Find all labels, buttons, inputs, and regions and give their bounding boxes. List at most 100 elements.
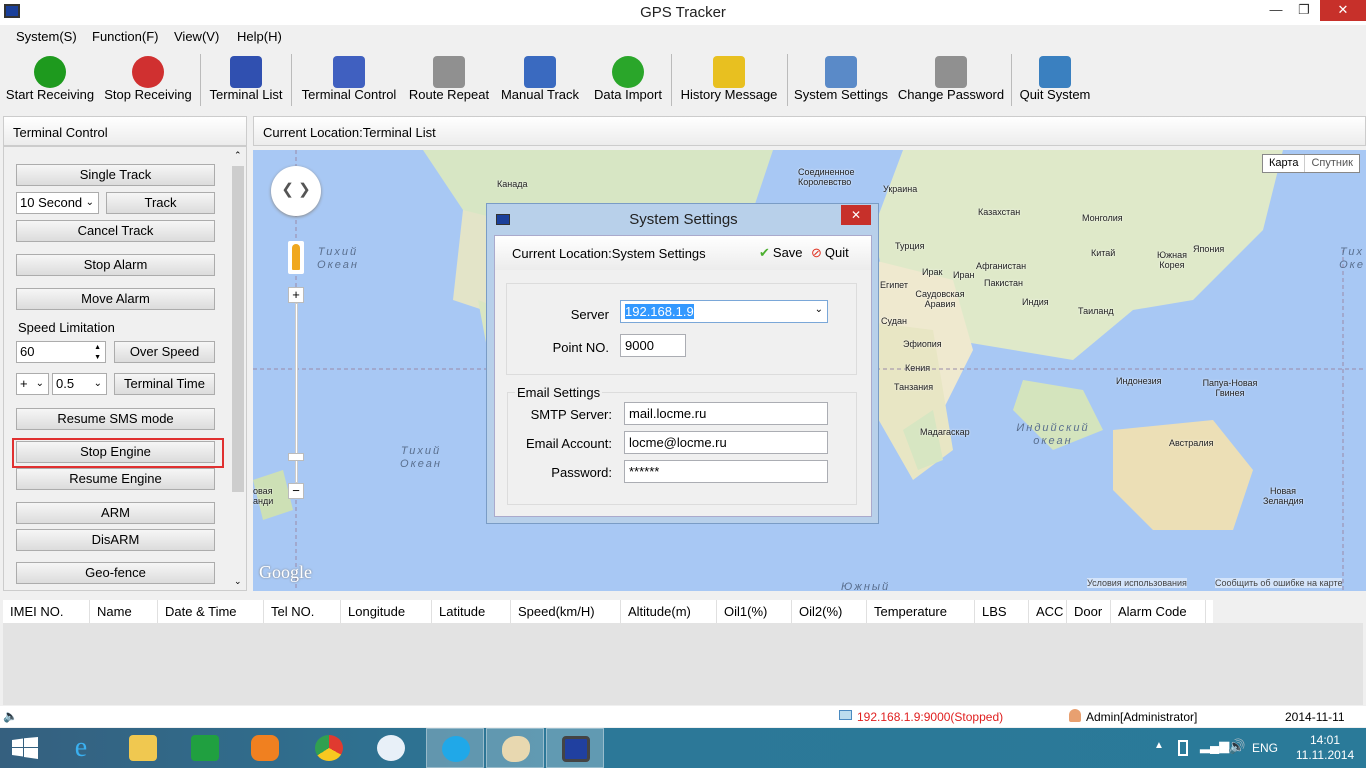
- scroll-down-icon[interactable]: ⌄: [234, 576, 242, 587]
- toolbar-terminal-list-button[interactable]: Terminal List: [206, 50, 286, 108]
- zoom-in-button[interactable]: +: [288, 287, 304, 303]
- column-header[interactable]: LBS: [975, 600, 1029, 623]
- interval-select[interactable]: 10 Second ⌄: [16, 192, 99, 214]
- save-button[interactable]: ✔ Save: [759, 245, 803, 261]
- zoom-out-button[interactable]: −: [288, 483, 304, 499]
- cancel-track-button[interactable]: Cancel Track: [16, 220, 215, 242]
- menu-view[interactable]: View(V): [174, 29, 219, 44]
- column-header[interactable]: Altitude(m): [621, 600, 717, 623]
- map-label: Австралия: [1169, 438, 1214, 448]
- toolbar-quit-system-button[interactable]: Quit System: [1016, 50, 1094, 108]
- pan-control[interactable]: ❮ ❯: [271, 166, 321, 216]
- column-header[interactable]: Temperature: [867, 600, 975, 623]
- account-input[interactable]: locme@locme.ru: [624, 431, 828, 454]
- zoom-slider-thumb[interactable]: [288, 453, 304, 461]
- taskbar-chrome-icon[interactable]: [300, 728, 358, 768]
- column-header[interactable]: Latitude: [432, 600, 511, 623]
- terms-link[interactable]: Условия использования: [1087, 578, 1187, 588]
- language-indicator[interactable]: ENG: [1252, 741, 1278, 755]
- taskbar-skype-icon[interactable]: [426, 728, 484, 768]
- toolbar-route-repeat-button[interactable]: Route Repeat: [406, 50, 492, 108]
- map-type-map[interactable]: Карта: [1263, 155, 1306, 172]
- disarm-button[interactable]: DisARM: [16, 529, 215, 551]
- arm-button[interactable]: ARM: [16, 502, 215, 524]
- volume-icon[interactable]: 🔊: [1228, 738, 1245, 755]
- toolbar-system-settings-button[interactable]: System Settings: [793, 50, 889, 108]
- network-signal-icon[interactable]: ▂▄▆: [1200, 738, 1229, 754]
- stop-engine-button[interactable]: Stop Engine: [16, 441, 215, 463]
- geofence-button[interactable]: Geo-fence: [16, 562, 215, 584]
- toolbar-data-import-button[interactable]: Data Import: [588, 50, 668, 108]
- over-speed-button[interactable]: Over Speed: [114, 341, 215, 363]
- speed-spinner[interactable]: 60 ▲ ▼: [16, 341, 106, 363]
- menu-system[interactable]: System(S): [16, 29, 77, 44]
- close-button[interactable]: ✕: [1320, 0, 1366, 21]
- dialog-close-button[interactable]: ✕: [841, 205, 871, 225]
- single-track-button[interactable]: Single Track: [16, 164, 215, 186]
- toolbar-manual-track-button[interactable]: Manual Track: [496, 50, 584, 108]
- taskbar-app-icon[interactable]: [362, 728, 420, 768]
- track-button[interactable]: Track: [106, 192, 215, 214]
- scroll-thumb[interactable]: [232, 166, 244, 492]
- resume-engine-button[interactable]: Resume Engine: [16, 468, 215, 490]
- resume-sms-button[interactable]: Resume SMS mode: [16, 408, 215, 430]
- report-error-link[interactable]: Сообщить об ошибке на карте: [1215, 578, 1343, 588]
- taskbar-store-icon[interactable]: [176, 728, 234, 768]
- scroll-up-icon[interactable]: ⌃: [234, 150, 242, 161]
- gears-icon: [825, 56, 857, 88]
- column-header[interactable]: Oil2(%): [792, 600, 867, 623]
- taskbar-media-icon[interactable]: [236, 728, 294, 768]
- column-header[interactable]: Date & Time: [158, 600, 264, 623]
- street-view-pegman-icon[interactable]: [288, 241, 304, 274]
- column-header[interactable]: Oil1(%): [717, 600, 792, 623]
- server-combobox[interactable]: 192.168.1.9 ⌄: [620, 300, 828, 323]
- menu-function[interactable]: Function(F): [92, 29, 158, 44]
- taskbar-explorer-icon[interactable]: [114, 728, 172, 768]
- stop-alarm-button[interactable]: Stop Alarm: [16, 254, 215, 276]
- windows-start-icon[interactable]: [12, 737, 38, 759]
- minimize-button[interactable]: —: [1262, 0, 1290, 21]
- toolbar-stop-receiving-button[interactable]: Stop Receiving: [102, 50, 194, 108]
- point-input[interactable]: 9000: [620, 334, 686, 357]
- terminal-time-button[interactable]: Terminal Time: [114, 373, 215, 395]
- toolbar-start-receiving-button[interactable]: Start Receiving: [4, 50, 96, 108]
- server-value: 192.168.1.9: [625, 304, 694, 319]
- offset-select[interactable]: 0.5 ⌄: [52, 373, 107, 395]
- left-panel-scrollbar[interactable]: ⌃ ⌄: [230, 150, 246, 590]
- column-header[interactable]: Tel NO.: [264, 600, 341, 623]
- menu-help[interactable]: Help(H): [237, 29, 282, 44]
- map-label: Египет: [880, 280, 909, 290]
- column-header[interactable]: Speed(km/H): [511, 600, 621, 623]
- column-header[interactable]: Alarm Code: [1111, 600, 1206, 623]
- toolbar: Start Receiving Stop Receiving Terminal Li…: [0, 50, 1366, 112]
- column-header[interactable]: ACC: [1029, 600, 1067, 623]
- column-header[interactable]: IMEI NO.: [3, 600, 90, 623]
- password-input[interactable]: ******: [624, 460, 828, 483]
- toolbar-separator: [1011, 54, 1012, 106]
- smtp-input[interactable]: mail.locme.ru: [624, 402, 828, 425]
- terminal-table-body[interactable]: [3, 623, 1363, 705]
- clock[interactable]: 14:01 11.11.2014: [1290, 733, 1360, 763]
- map-label: Ирак: [922, 267, 943, 277]
- toolbar-label: Change Password: [897, 87, 1005, 102]
- column-header[interactable]: Longitude: [341, 600, 432, 623]
- taskbar-paint-icon[interactable]: [486, 728, 544, 768]
- spin-arrows-icon[interactable]: ▲ ▼: [94, 343, 101, 363]
- sign-select[interactable]: + ⌄: [16, 373, 49, 395]
- toolbar-terminal-control-button[interactable]: Terminal Control: [296, 50, 402, 108]
- system-settings-dialog: System Settings ✕ Current Location:Syste…: [486, 203, 879, 524]
- warning-doc-icon: [713, 56, 745, 88]
- column-header[interactable]: Door: [1067, 600, 1111, 623]
- toolbar-history-message-button[interactable]: History Message: [677, 50, 781, 108]
- battery-icon[interactable]: [1178, 740, 1188, 756]
- quit-button[interactable]: ⊘ Quit: [811, 245, 849, 261]
- column-header[interactable]: Name: [90, 600, 158, 623]
- speaker-icon[interactable]: 🔈: [3, 709, 18, 723]
- taskbar-gps-tracker-icon[interactable]: [546, 728, 604, 768]
- taskbar-ie-icon[interactable]: e: [52, 728, 110, 768]
- map-type-satellite[interactable]: Спутник: [1305, 155, 1358, 172]
- move-alarm-button[interactable]: Move Alarm: [16, 288, 215, 310]
- maximize-button[interactable]: ❐: [1290, 0, 1318, 21]
- toolbar-change-password-button[interactable]: Change Password: [896, 50, 1006, 108]
- show-hidden-icons[interactable]: ▲: [1154, 740, 1164, 751]
